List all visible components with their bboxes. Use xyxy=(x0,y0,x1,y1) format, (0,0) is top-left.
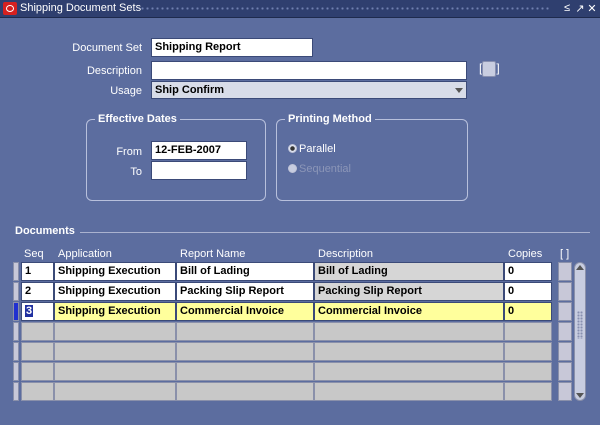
row-selector[interactable] xyxy=(13,262,19,281)
radio-unselected-icon xyxy=(288,164,297,173)
report-name-cell[interactable]: Packing Slip Report xyxy=(176,282,314,301)
document-set-field[interactable]: Shipping Report xyxy=(151,38,313,57)
row-flexfield-cell[interactable] xyxy=(558,262,572,281)
col-header-report-name: Report Name xyxy=(180,248,246,260)
application-cell[interactable] xyxy=(54,362,176,381)
description-cell xyxy=(314,342,504,361)
seq-cell[interactable] xyxy=(21,382,54,401)
flexfield-box-icon xyxy=(482,61,497,77)
row-flexfield-cell[interactable] xyxy=(558,322,572,341)
documents-scrollbar[interactable] xyxy=(574,262,586,401)
copies-cell[interactable] xyxy=(504,362,552,381)
radio-sequential-label: Sequential xyxy=(299,163,351,175)
seq-cell-current[interactable]: 3 xyxy=(21,302,54,321)
scroll-down-icon[interactable] xyxy=(576,393,584,398)
seq-cell[interactable] xyxy=(21,342,54,361)
title-bar-texture xyxy=(140,6,550,12)
window-title: Shipping Document Sets xyxy=(20,2,142,14)
usage-value: Ship Confirm xyxy=(155,84,225,96)
description-label: Description xyxy=(86,65,142,77)
report-name-cell[interactable] xyxy=(176,342,314,361)
copies-cell[interactable]: 0 xyxy=(504,262,552,281)
documents-divider xyxy=(80,232,590,233)
description-cell: Packing Slip Report xyxy=(314,282,504,301)
oracle-app-icon xyxy=(3,2,17,15)
description-cell xyxy=(314,382,504,401)
row-flexfield-cell[interactable] xyxy=(558,362,572,381)
copies-cell[interactable]: 0 xyxy=(504,282,552,301)
description-field[interactable] xyxy=(151,61,467,80)
application-cell[interactable] xyxy=(54,342,176,361)
seq-cell[interactable]: 2 xyxy=(21,282,54,301)
report-name-cell[interactable] xyxy=(176,362,314,381)
chevron-down-icon xyxy=(455,88,463,93)
col-header-seq: Seq xyxy=(24,248,44,260)
title-bar: Shipping Document Sets ≤ ↗ ✕ xyxy=(0,0,600,18)
col-header-flex: [ ] xyxy=(560,248,570,260)
row-selector[interactable] xyxy=(13,282,19,301)
radio-sequential[interactable]: Sequential xyxy=(288,163,351,175)
report-name-cell[interactable]: Bill of Lading xyxy=(176,262,314,281)
seq-cell[interactable]: 1 xyxy=(21,262,54,281)
description-cell: Bill of Lading xyxy=(314,262,504,281)
report-name-cell[interactable]: Commercial Invoice xyxy=(176,302,314,321)
application-cell[interactable] xyxy=(54,382,176,401)
document-set-label: Document Set xyxy=(72,42,142,54)
application-cell[interactable]: Shipping Execution xyxy=(54,262,176,281)
seq-value: 3 xyxy=(25,305,34,317)
copies-cell[interactable] xyxy=(504,342,552,361)
application-cell[interactable]: Shipping Execution xyxy=(54,302,176,321)
printing-method-title: Printing Method xyxy=(285,113,375,125)
description-cell xyxy=(314,362,504,381)
report-name-cell[interactable] xyxy=(176,382,314,401)
copies-cell[interactable] xyxy=(504,322,552,341)
radio-parallel-label: Parallel xyxy=(299,143,336,155)
to-date-field[interactable] xyxy=(151,161,247,180)
col-header-copies: Copies xyxy=(508,248,543,260)
usage-label: Usage xyxy=(110,85,142,97)
copies-cell[interactable] xyxy=(504,382,552,401)
documents-section-title: Documents xyxy=(15,225,75,237)
row-flexfield-cell[interactable] xyxy=(558,302,572,321)
row-selector-active[interactable] xyxy=(13,302,19,321)
row-flexfield-cell[interactable] xyxy=(558,382,572,401)
application-cell[interactable]: Shipping Execution xyxy=(54,282,176,301)
radio-selected-icon xyxy=(288,144,297,153)
maximize-icon[interactable]: ↗ xyxy=(574,2,586,15)
col-header-application: Application xyxy=(58,248,112,260)
col-header-description: Description xyxy=(318,248,374,260)
seq-cell[interactable] xyxy=(21,322,54,341)
shipping-document-sets-window: Shipping Document Sets ≤ ↗ ✕ Document Se… xyxy=(0,0,600,425)
effective-dates-title: Effective Dates xyxy=(95,113,180,125)
printing-method-group xyxy=(276,119,468,201)
flexfield-button[interactable]: [] xyxy=(479,61,500,77)
row-selector[interactable] xyxy=(13,322,19,341)
usage-select[interactable]: Ship Confirm xyxy=(151,81,467,99)
scroll-thumb[interactable] xyxy=(577,311,583,339)
from-label: From xyxy=(116,146,142,158)
minimize-icon[interactable]: ≤ xyxy=(561,2,573,14)
row-selector[interactable] xyxy=(13,342,19,361)
radio-parallel[interactable]: Parallel xyxy=(288,143,336,155)
to-label: To xyxy=(130,166,142,178)
report-name-cell[interactable] xyxy=(176,322,314,341)
scroll-up-icon[interactable] xyxy=(576,265,584,270)
copies-cell[interactable]: 0 xyxy=(504,302,552,321)
description-cell xyxy=(314,322,504,341)
row-selector[interactable] xyxy=(13,362,19,381)
close-icon[interactable]: ✕ xyxy=(586,2,598,15)
seq-cell[interactable] xyxy=(21,362,54,381)
application-cell[interactable] xyxy=(54,322,176,341)
effective-dates-group xyxy=(86,119,266,201)
row-flexfield-cell[interactable] xyxy=(558,342,572,361)
row-selector[interactable] xyxy=(13,382,19,401)
from-date-field[interactable]: 12-FEB-2007 xyxy=(151,141,247,160)
row-flexfield-cell[interactable] xyxy=(558,282,572,301)
description-cell: Commercial Invoice xyxy=(314,302,504,321)
